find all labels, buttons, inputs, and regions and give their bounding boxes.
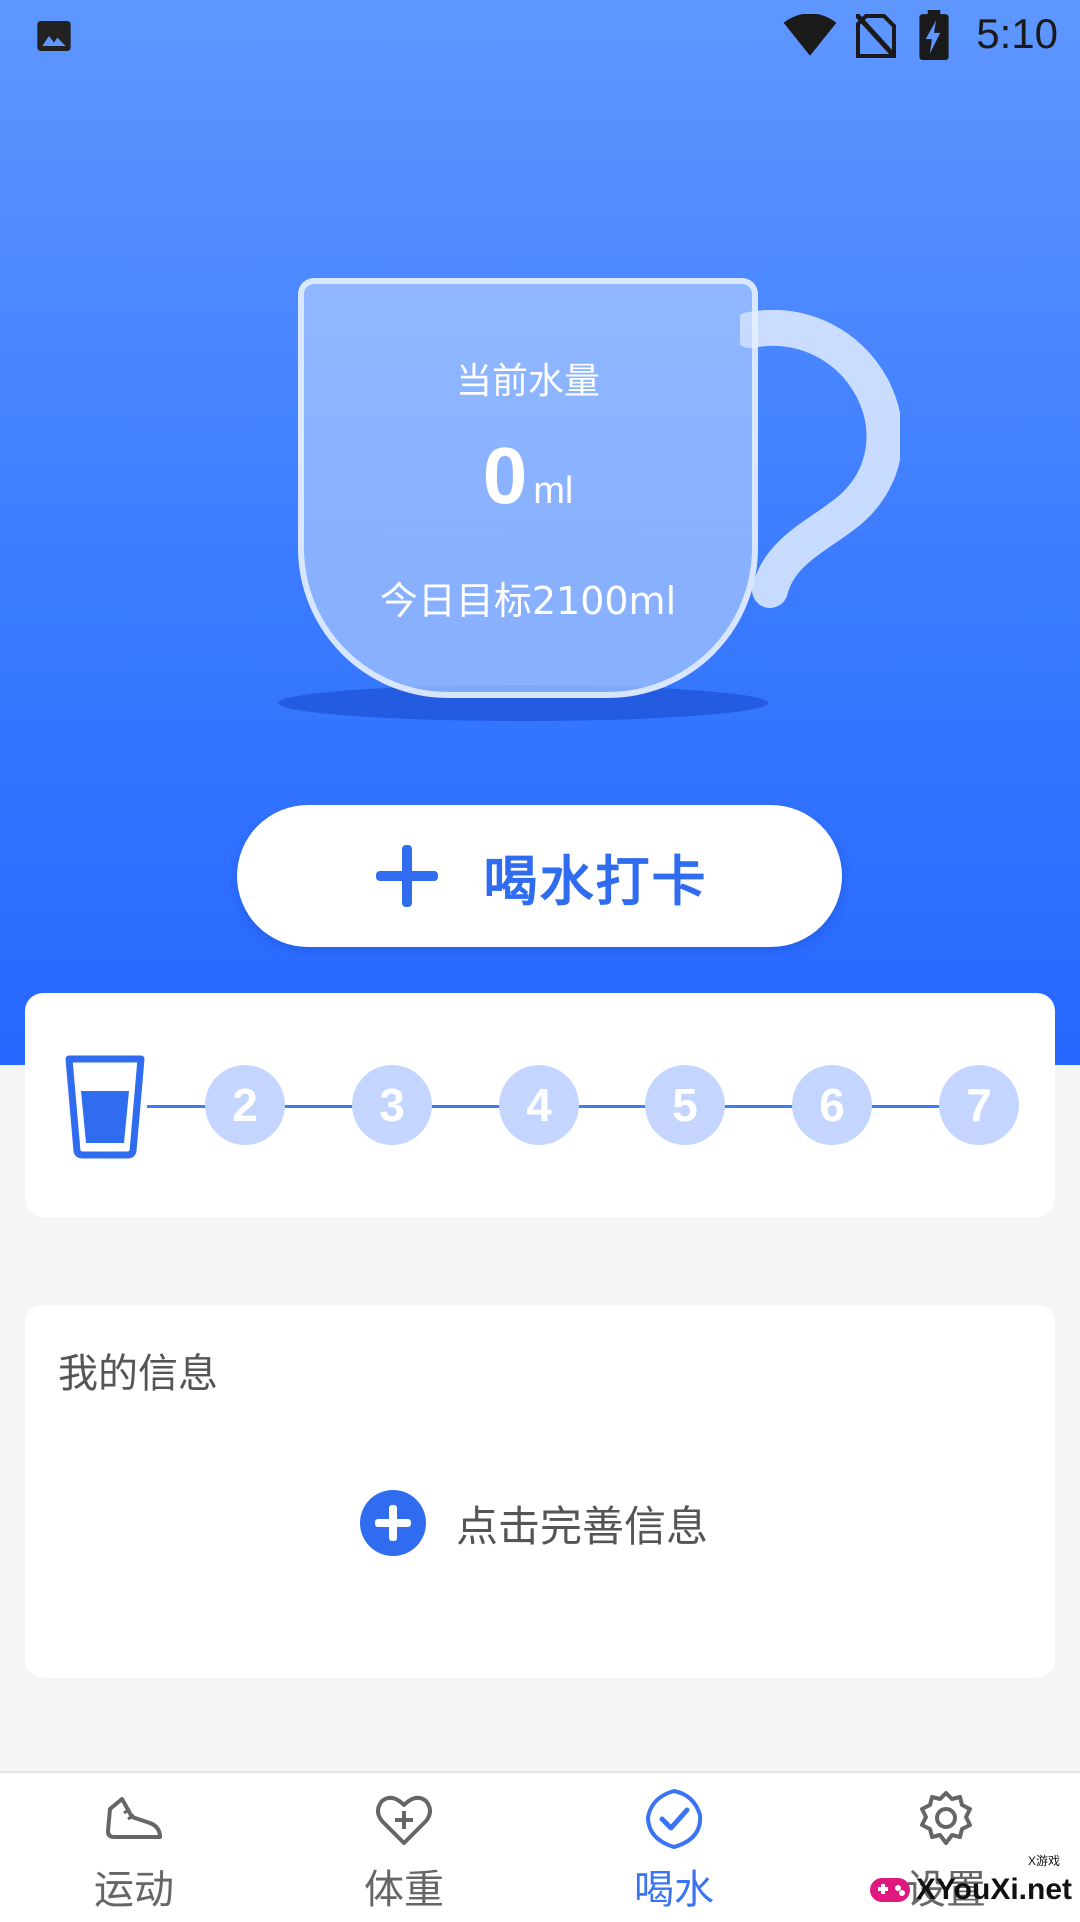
water-glass-icon[interactable] xyxy=(63,1053,147,1159)
my-info-card: 我的信息 点击完善信息 xyxy=(25,1305,1055,1678)
nav-label-exercise: 运动 xyxy=(94,1867,174,1913)
current-water-value: 0 ml xyxy=(298,430,758,522)
weekly-progress-card: 2 3 4 5 6 7 xyxy=(25,993,1055,1217)
nav-item-weight[interactable]: 体重 xyxy=(304,1787,504,1915)
nav-label-drink-water: 喝水 xyxy=(634,1867,714,1913)
info-card-title: 我的信息 xyxy=(58,1351,218,1397)
water-unit: ml xyxy=(533,470,574,512)
day-circle-2[interactable]: 2 xyxy=(205,1065,285,1145)
gamepad-logo-icon xyxy=(869,1878,910,1902)
plus-icon xyxy=(375,845,438,907)
nav-label-weight: 体重 xyxy=(364,1867,444,1913)
day-circle-7[interactable]: 7 xyxy=(939,1065,1019,1145)
current-water-label: 当前水量 xyxy=(455,361,600,402)
check-circle-icon xyxy=(645,1788,703,1850)
status-time: 5:10 xyxy=(976,10,1058,57)
water-amount: 0 xyxy=(482,431,528,520)
water-cup: 当前水量 0 ml 今日目标2100ml xyxy=(270,270,910,730)
nav-item-exercise[interactable]: 运动 xyxy=(34,1787,234,1915)
day-circle-6[interactable]: 6 xyxy=(792,1065,872,1145)
no-sim-icon xyxy=(856,14,896,58)
complete-info-label: 点击完善信息 xyxy=(456,1501,709,1551)
cup-handle xyxy=(740,310,900,608)
gear-icon xyxy=(920,1791,972,1845)
water-checkin-button[interactable]: 喝水打卡 xyxy=(237,805,842,947)
status-bar: 5:10 xyxy=(0,0,1080,72)
day-circle-5[interactable]: 5 xyxy=(645,1065,725,1145)
wifi-icon xyxy=(783,14,837,56)
watermark-text: XYouXi.net xyxy=(915,1873,1072,1906)
battery-charging-icon xyxy=(919,10,949,60)
day-circle-4[interactable]: 4 xyxy=(499,1065,579,1145)
watermark-tag: X游戏 xyxy=(1027,1854,1060,1868)
heart-plus-icon xyxy=(376,1795,432,1845)
gallery-notification-icon xyxy=(37,21,71,51)
nav-item-drink-water[interactable]: 喝水 xyxy=(574,1787,774,1915)
site-watermark: XYouXi.net X游戏 xyxy=(868,1854,1072,1912)
sneaker-icon xyxy=(106,1797,162,1839)
day-circle-3[interactable]: 3 xyxy=(352,1065,432,1145)
complete-info-button[interactable]: 点击完善信息 xyxy=(360,1490,708,1556)
daily-goal: 今日目标2100ml xyxy=(379,579,677,623)
checkin-label: 喝水打卡 xyxy=(483,849,708,913)
plus-circle-icon xyxy=(360,1490,426,1556)
